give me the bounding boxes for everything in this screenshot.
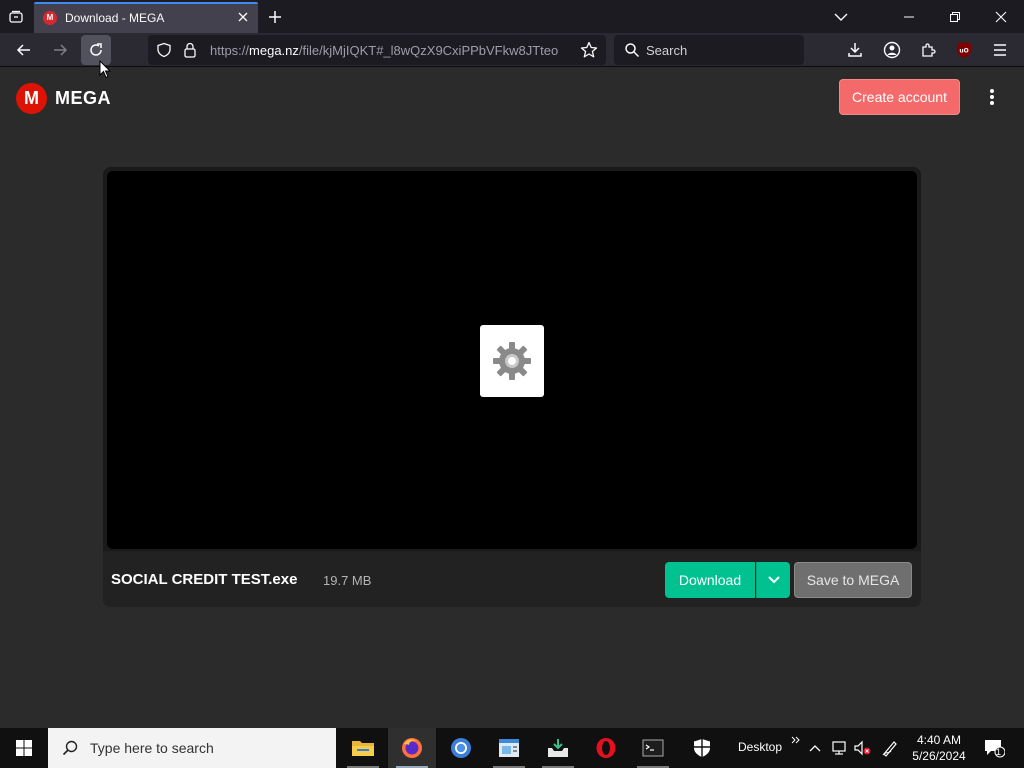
tab-list-chevron-icon[interactable]	[818, 0, 864, 33]
mega-logo-text: MEGA	[55, 88, 111, 108]
clock-time: 4:40 AM	[916, 733, 962, 747]
save-to-mega-button[interactable]: Save to MEGA	[794, 562, 912, 598]
search-placeholder: Search	[646, 43, 688, 58]
hamburger-menu-icon[interactable]	[985, 35, 1015, 65]
restore-icon[interactable]	[932, 0, 978, 33]
exe-file-gear-icon	[480, 325, 544, 397]
tab-title: Download - MEGA	[65, 10, 165, 25]
taskbar-search-icon	[62, 740, 78, 756]
tab-strip: M Download - MEGA	[0, 0, 1024, 33]
tab-active-indicator	[34, 2, 258, 4]
desktop-toolbar-label[interactable]: Desktop	[738, 740, 782, 754]
file-explorer-icon[interactable]	[339, 728, 387, 768]
create-account-button[interactable]: Create account	[839, 79, 960, 115]
opera-icon[interactable]	[582, 728, 630, 768]
download-options-chevron-icon[interactable]	[756, 562, 790, 598]
account-icon[interactable]	[877, 35, 907, 65]
tab-mega[interactable]: M Download - MEGA	[34, 2, 258, 33]
downloads-icon[interactable]	[840, 35, 870, 65]
address-bar[interactable]: https://mega.nz/file/kjMjIQKT#_l8wQzX9Cx…	[148, 35, 606, 65]
taskbar-search-box[interactable]: Type here to search	[48, 728, 336, 768]
close-window-icon[interactable]	[978, 0, 1024, 33]
file-card: SOCIAL CREDIT TEST.exe 19.7 MB Download …	[103, 167, 921, 607]
volume-muted-icon[interactable]	[853, 738, 871, 758]
clock-date: 5/26/2024	[912, 749, 966, 763]
file-size: 19.7 MB	[323, 573, 372, 588]
url-text[interactable]: https://mega.nz/file/kjMjIQKT#_l8wQzX9Cx…	[210, 43, 570, 58]
show-hidden-icons-chevron-icon[interactable]	[806, 738, 824, 758]
pen-workspace-icon[interactable]	[881, 738, 899, 758]
windows-start-icon[interactable]	[0, 728, 48, 768]
download-button[interactable]: Download	[665, 562, 755, 598]
mega-logo[interactable]: M MEGA	[16, 83, 111, 114]
taskbar-search-placeholder: Type here to search	[90, 740, 214, 756]
search-bar[interactable]: Search	[614, 35, 804, 65]
firefox-icon[interactable]	[388, 728, 436, 768]
url-scheme: https://	[210, 43, 250, 58]
terminal-icon[interactable]	[629, 728, 677, 768]
chrome-icon[interactable]	[437, 728, 485, 768]
forward-arrow-icon[interactable]	[45, 35, 75, 65]
windows-security-shield-icon[interactable]	[678, 728, 726, 768]
ublock-origin-icon[interactable]: uO	[949, 35, 979, 65]
search-icon	[624, 42, 640, 63]
file-name: SOCIAL CREDIT TEST.exe	[111, 571, 298, 588]
notification-count: 1	[996, 747, 1002, 757]
lock-icon[interactable]	[183, 42, 197, 63]
inbox-tray-icon[interactable]	[534, 728, 582, 768]
new-tab-icon[interactable]	[264, 6, 286, 28]
mega-page: M MEGA Create account SOCIAL CREDIT TEST…	[0, 68, 1024, 728]
file-info-bar: SOCIAL CREDIT TEST.exe 19.7 MB Download …	[103, 551, 921, 607]
mouse-cursor-icon	[99, 59, 113, 80]
windows-taskbar: Type here to search Desktop 4:40 AM 5/26…	[0, 728, 1024, 768]
minimize-icon[interactable]	[886, 0, 932, 33]
svg-text:uO: uO	[959, 48, 968, 55]
back-arrow-icon[interactable]	[9, 35, 39, 65]
url-path: /file/kjMjIQKT#_l8wQzX9CxiPPbVFkw8JTteo	[298, 43, 559, 58]
toolbar-expand-chevron-icon[interactable]	[787, 730, 805, 750]
list-all-tabs-icon[interactable]	[5, 6, 27, 28]
url-host: mega.nz	[249, 43, 299, 58]
mega-favicon-icon: M	[43, 10, 57, 25]
tracking-protection-shield-icon[interactable]	[156, 42, 172, 63]
file-preview	[107, 171, 917, 549]
mega-logo-icon: M	[16, 83, 47, 114]
notepad-window-icon[interactable]	[485, 728, 533, 768]
network-icon[interactable]	[830, 738, 848, 758]
close-tab-icon[interactable]	[236, 10, 250, 24]
action-center-notification-icon[interactable]: 1	[983, 738, 1005, 758]
bookmark-star-icon[interactable]	[580, 41, 598, 64]
more-options-kebab-icon[interactable]	[980, 85, 1004, 109]
extensions-puzzle-icon[interactable]	[913, 35, 943, 65]
system-clock[interactable]: 4:40 AM 5/26/2024	[910, 732, 968, 764]
navigation-bar: https://mega.nz/file/kjMjIQKT#_l8wQzX9Cx…	[0, 33, 1024, 67]
